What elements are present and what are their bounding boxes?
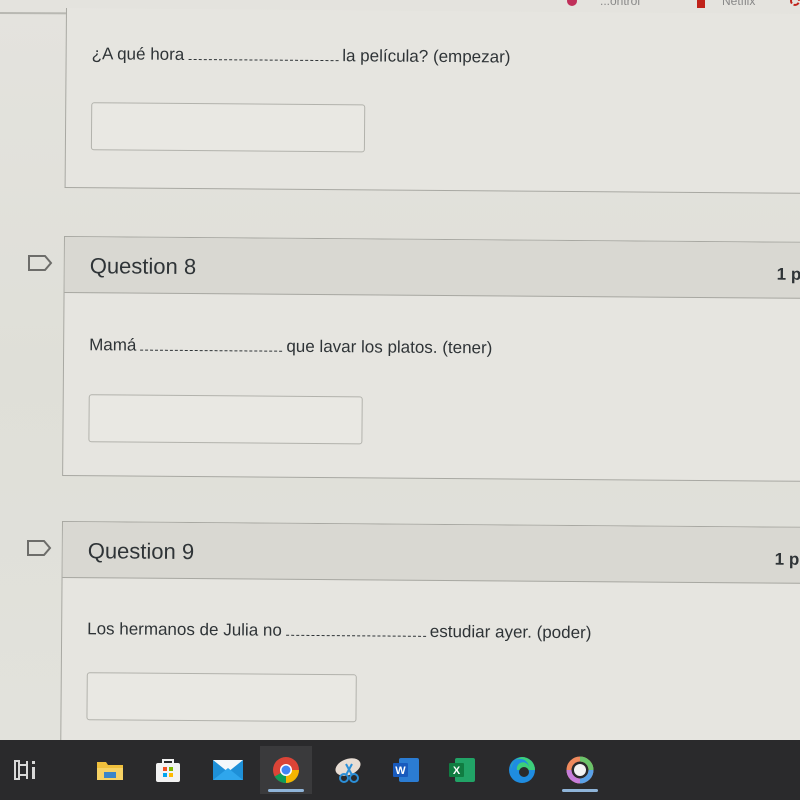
- question-title: Question 9: [87, 538, 195, 565]
- task-view-icon: [14, 760, 35, 780]
- app-circle-button[interactable]: [554, 746, 606, 794]
- word-button[interactable]: W: [380, 746, 432, 794]
- excel-icon: X: [449, 758, 475, 782]
- question-text-after: estudiar ayer. (poder): [429, 621, 592, 643]
- task-view-button[interactable]: [0, 746, 52, 794]
- blank-line: [140, 349, 283, 352]
- excel-button[interactable]: X: [436, 746, 488, 794]
- colored-circle-icon: [567, 0, 577, 6]
- question-text-after: la película? (empezar): [342, 46, 511, 67]
- question-text-before: Los hermanos de Julia no: [87, 619, 282, 640]
- question-text: ¿A qué hora la película? (empezar): [92, 44, 511, 67]
- question-text-after: que lavar los platos. (tener): [286, 336, 493, 358]
- svg-text:X: X: [453, 765, 461, 777]
- netflix-icon: [697, 0, 705, 8]
- answer-input[interactable]: [88, 394, 363, 445]
- question-header: Question 8 1 p: [64, 237, 800, 299]
- question-card-9: Question 9 1 p Los hermanos de Julia no e…: [60, 521, 800, 740]
- question-text-before: ¿A qué hora: [91, 44, 185, 64]
- mail-button[interactable]: [202, 746, 254, 794]
- store-bag-icon: [156, 759, 180, 782]
- chrome-icon: [273, 757, 299, 784]
- question-points: 1 p: [776, 264, 800, 284]
- bookmark-icon: [790, 0, 800, 6]
- answer-input[interactable]: [90, 102, 366, 153]
- word-icon: W: [393, 758, 419, 782]
- snip-sketch-button[interactable]: [322, 746, 374, 794]
- question-header: Question 9 1 p: [62, 522, 800, 584]
- question-title: Question 8: [89, 253, 197, 280]
- answer-input[interactable]: [86, 672, 357, 723]
- blank-line: [188, 58, 339, 62]
- folder-icon: [97, 762, 123, 780]
- flag-question-icon[interactable]: [27, 254, 53, 272]
- question-text: Los hermanos de Julia no estudiar ayer. (…: [87, 619, 591, 643]
- edge-button[interactable]: [496, 746, 548, 794]
- colorful-ring-icon: [566, 756, 594, 784]
- file-explorer-button[interactable]: [84, 746, 136, 794]
- flag-question-icon[interactable]: [26, 539, 52, 557]
- taskbar: W X: [0, 740, 800, 800]
- question-points: 1 p: [774, 549, 800, 569]
- active-indicator: [268, 789, 304, 792]
- chrome-button[interactable]: [260, 746, 312, 794]
- question-card-8: Question 8 1 p Mamá que lavar los platos.…: [62, 236, 800, 482]
- question-text-before: Mamá: [89, 335, 137, 355]
- mail-envelope-icon: [213, 760, 243, 780]
- bookmark-netflix[interactable]: Netflix: [722, 0, 755, 8]
- edge-icon: [509, 757, 535, 783]
- scissors-icon: [335, 758, 361, 783]
- microsoft-store-button[interactable]: [142, 746, 194, 794]
- blank-line: [285, 634, 426, 637]
- question-text: Mamá que lavar los platos. (tener): [89, 335, 492, 358]
- running-indicator: [562, 789, 598, 792]
- svg-text:W: W: [395, 765, 406, 777]
- bookmark-item[interactable]: ...ontrol: [600, 0, 640, 8]
- question-card-7: ¿A qué hora la película? (empezar): [64, 8, 800, 194]
- browser-viewport: ...ontrol Netflix ¿A qué hora la película…: [0, 0, 800, 740]
